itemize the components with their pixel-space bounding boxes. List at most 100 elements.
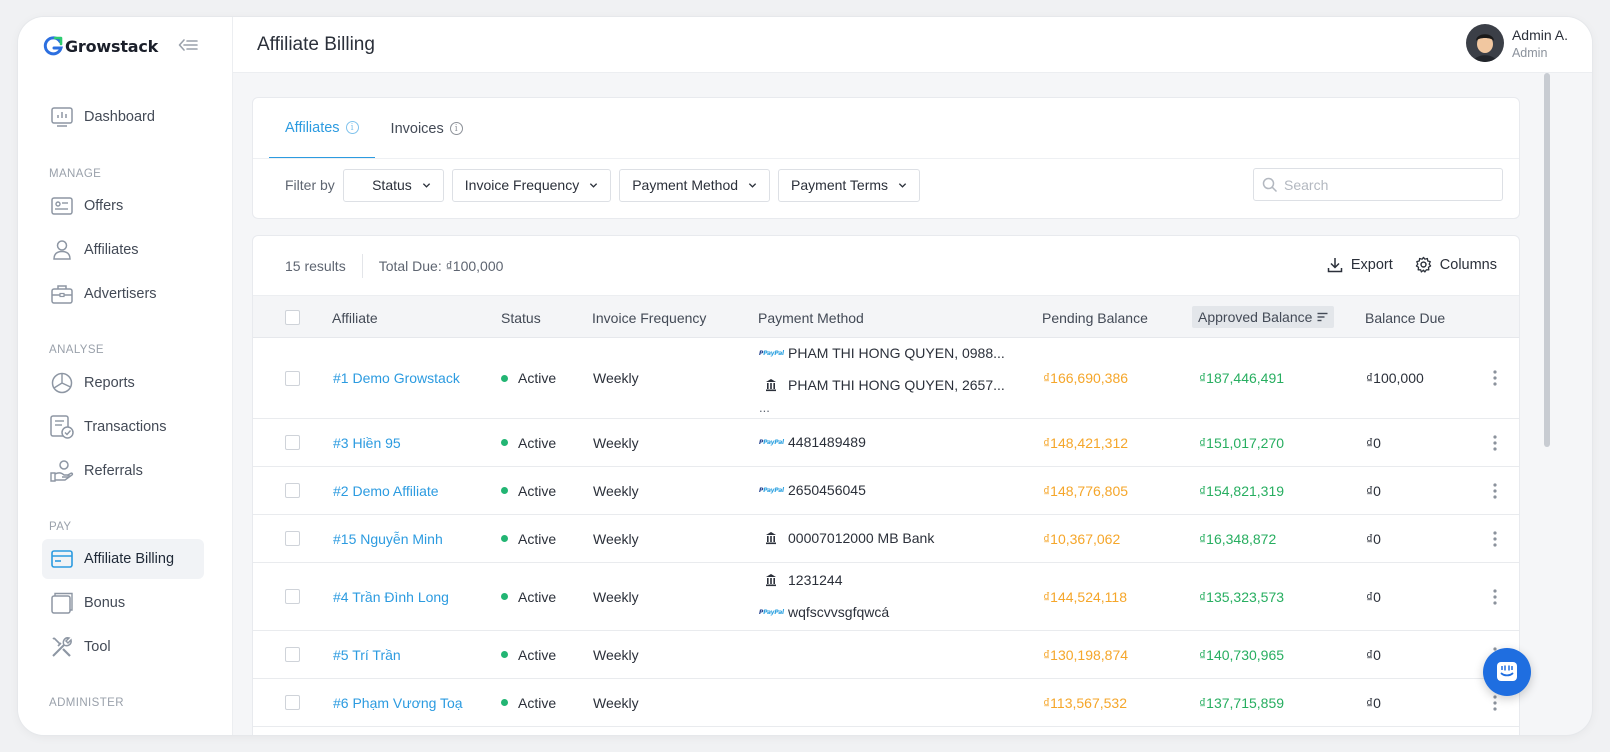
column-header-label: Approved Balance <box>1198 309 1313 325</box>
row-checkbox[interactable] <box>285 338 300 418</box>
export-button[interactable]: Export <box>1327 257 1393 273</box>
table-header: Affiliate Status Invoice Frequency Payme… <box>253 295 1519 338</box>
search-box[interactable] <box>1253 168 1503 201</box>
offers-icon <box>50 194 74 218</box>
scrollbar[interactable] <box>1544 73 1550 447</box>
info-icon: i <box>345 121 359 134</box>
affiliate-link[interactable]: #4 Trần Đình Long <box>333 563 449 630</box>
sidebar-item-label: Tool <box>84 639 111 655</box>
payment-terms-filter-dropdown[interactable]: Payment Terms <box>778 168 921 202</box>
sidebar-item-tool[interactable]: Tool <box>42 627 204 667</box>
approved-balance: ₫187,446,491 <box>1199 370 1285 386</box>
sidebar-item-transactions[interactable]: Transactions <box>42 407 204 447</box>
user-menu[interactable]: Admin A. Admin <box>1465 24 1568 62</box>
row-menu-icon[interactable] <box>1493 467 1497 514</box>
payment-method-filter-dropdown[interactable]: Payment Method <box>619 168 771 202</box>
more-methods-indicator[interactable]: ... <box>759 400 770 415</box>
total-due: Total Due: ₫100,000 <box>378 258 504 274</box>
section-label-administer: ADMINISTER <box>49 697 124 709</box>
dropdown-label: Invoice Frequency <box>464 177 580 193</box>
payment-method-item: 1231244 <box>759 572 843 588</box>
sidebar: Growstack Dashboard MANAGE Offers Affili… <box>18 17 233 735</box>
status-text: Active <box>518 588 557 605</box>
row-menu-icon[interactable] <box>1493 419 1497 466</box>
sidebar-item-advertisers[interactable]: Advertisers <box>42 274 204 314</box>
status-dot <box>501 593 508 600</box>
column-header-payment-method[interactable]: Payment Method <box>758 296 864 339</box>
sidebar-item-dashboard[interactable]: Dashboard <box>42 97 204 137</box>
affiliate-link[interactable]: #6 Phạm Vương Toạ <box>333 679 463 726</box>
row-checkbox[interactable] <box>285 563 300 630</box>
row-checkbox[interactable] <box>285 515 300 562</box>
column-header-approved-balance[interactable]: Approved Balance <box>1192 306 1335 328</box>
payment-method-item: 00007012000 MB Bank <box>759 530 934 546</box>
column-header-invoice-frequency[interactable]: Invoice Frequency <box>592 296 706 339</box>
columns-label: Columns <box>1439 256 1497 273</box>
row-checkbox[interactable] <box>285 467 300 514</box>
tab-affiliates[interactable]: Affiliates i <box>269 98 375 159</box>
tools-icon <box>50 635 74 659</box>
payment-method-text: PHAM THI HONG QUYEN, 2657... <box>788 377 1005 393</box>
column-header-pending-balance[interactable]: Pending Balance <box>1042 296 1148 339</box>
status-filter-dropdown[interactable]: Status <box>342 168 444 202</box>
pending-balance: ₫166,690,386 <box>1043 370 1129 386</box>
chat-launcher-button[interactable] <box>1483 648 1531 696</box>
affiliate-link[interactable]: #1 Demo Growstack <box>333 338 460 418</box>
approved-balance: ₫140,730,965 <box>1199 646 1285 663</box>
table-row[interactable]: #15 Nguyễn Minh Active Weekly 0000701200… <box>253 515 1519 563</box>
status-dot <box>501 487 508 494</box>
top-bar: Affiliate Billing Admin A. Admin <box>233 17 1592 73</box>
column-header-affiliate[interactable]: Affiliate <box>332 296 378 339</box>
columns-button[interactable]: Columns <box>1415 256 1497 273</box>
table-row[interactable]: #5 Trí Trần Active Weekly ₫130,198,874 ₫… <box>253 631 1519 679</box>
affiliate-link[interactable]: #15 Nguyễn Minh <box>333 515 443 562</box>
table-actions: Export Columns <box>1305 256 1497 273</box>
row-menu-icon[interactable] <box>1493 338 1497 418</box>
approved-balance: ₫154,821,319 <box>1199 482 1285 499</box>
sidebar-item-affiliates[interactable]: Affiliates <box>42 230 204 270</box>
row-menu-icon[interactable] <box>1493 563 1497 630</box>
sidebar-item-affiliate-billing[interactable]: Affiliate Billing <box>42 539 204 579</box>
row-menu-icon[interactable] <box>1493 515 1497 562</box>
briefcase-icon <box>50 282 74 306</box>
table-row[interactable]: #2 Demo Affiliate Active Weekly P PayPal … <box>253 467 1519 515</box>
table-row[interactable]: #1 Demo Growstack Active Weekly P PayPal … <box>253 338 1519 419</box>
invoice-frequency-filter-dropdown[interactable]: Invoice Frequency <box>451 168 612 202</box>
table-row[interactable]: #6 Phạm Vương Toạ Active Weekly ₫113,567… <box>253 679 1519 727</box>
row-checkbox[interactable] <box>285 679 300 726</box>
status-cell: Active <box>501 679 556 726</box>
status-text: Active <box>518 482 557 499</box>
status-cell: Active <box>501 631 556 678</box>
column-header-balance-due[interactable]: Balance Due <box>1365 296 1445 339</box>
status-cell: Active <box>501 515 556 562</box>
filter-row: Filter by Status Invoice Frequency Payme… <box>285 168 928 202</box>
sidebar-item-label: Affiliates <box>84 242 139 258</box>
sidebar-item-bonus[interactable]: Bonus <box>42 583 204 623</box>
select-all-checkbox[interactable] <box>285 296 300 339</box>
frequency-cell: Weekly <box>593 434 639 451</box>
column-header-status[interactable]: Status <box>501 296 541 339</box>
bank-icon <box>759 378 783 392</box>
row-checkbox[interactable] <box>285 631 300 678</box>
sidebar-item-label: Affiliate Billing <box>84 551 175 567</box>
balance-due: ₫0 <box>1366 530 1381 547</box>
search-input[interactable] <box>1284 176 1484 193</box>
pending-balance: ₫148,776,805 <box>1043 482 1129 499</box>
sidebar-item-offers[interactable]: Offers <box>42 186 204 226</box>
payment-method-text: 1231244 <box>788 572 843 588</box>
brand-name: Growstack <box>65 36 159 56</box>
affiliate-link[interactable]: #2 Demo Affiliate <box>333 467 439 514</box>
collapse-sidebar-icon[interactable] <box>178 36 198 54</box>
balance-due: ₫0 <box>1366 482 1381 499</box>
row-checkbox[interactable] <box>285 419 300 466</box>
chat-icon <box>1497 662 1517 681</box>
affiliate-link[interactable]: #3 Hiền 95 <box>333 419 401 466</box>
payment-method-text: 2650456045 <box>788 482 866 498</box>
sidebar-item-reports[interactable]: Reports <box>42 363 204 403</box>
table-row[interactable]: #4 Trần Đình Long Active Weekly 1231244 … <box>253 563 1519 631</box>
affiliate-link[interactable]: #5 Trí Trần <box>333 631 401 678</box>
sidebar-item-referrals[interactable]: Referrals <box>42 451 204 491</box>
brand-logo[interactable]: Growstack <box>42 33 158 59</box>
table-row[interactable]: #3 Hiền 95 Active Weekly P PayPal 4481489… <box>253 419 1519 467</box>
tab-invoices[interactable]: Invoices i <box>375 98 479 159</box>
